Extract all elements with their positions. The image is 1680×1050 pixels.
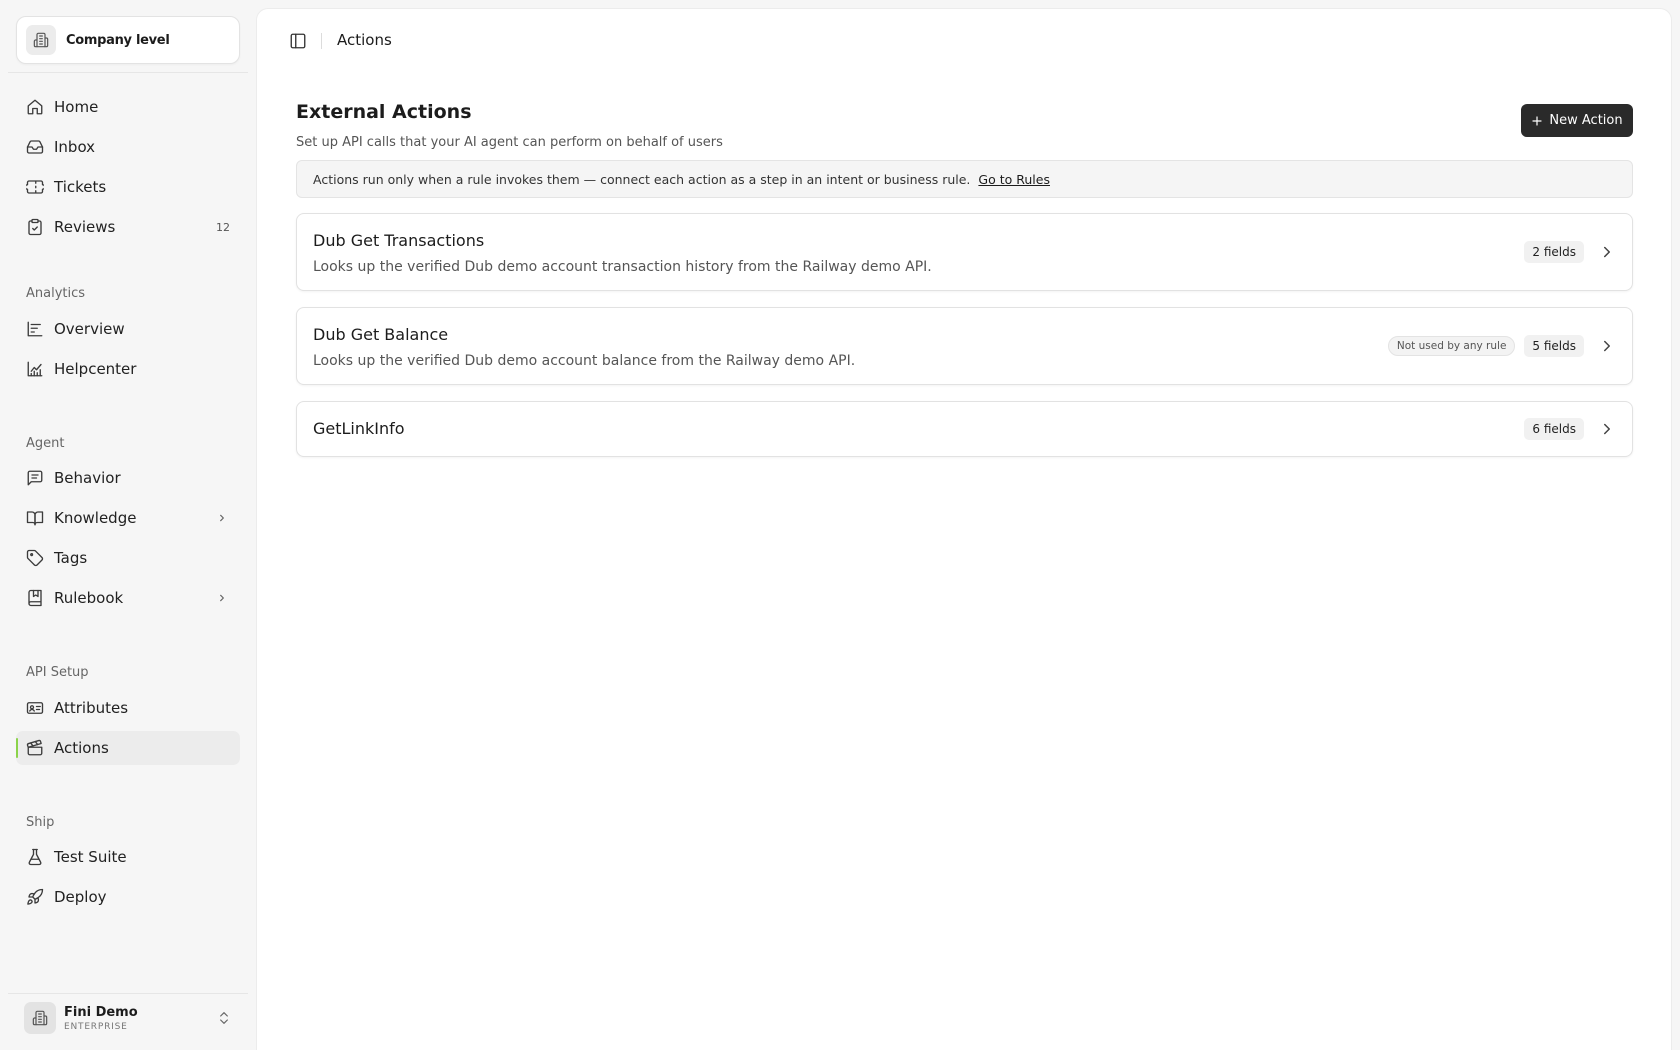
- company-level-label: Company level: [66, 32, 170, 48]
- sidebar-item-home[interactable]: Home: [16, 90, 240, 124]
- account-name: Fini Demo: [64, 1004, 138, 1020]
- sidebar-toggle-icon[interactable]: [289, 32, 307, 50]
- sidebar-divider: [8, 993, 248, 994]
- account-plan: ENTERPRISE: [64, 1021, 128, 1032]
- sidebar-item-knowledge[interactable]: Knowledge: [16, 501, 240, 535]
- sidebar-item-label: Rulebook: [54, 589, 124, 607]
- sidebar-item-label: Test Suite: [54, 848, 127, 866]
- sidebar: Company level Home Inbox Tickets Reviews…: [0, 0, 255, 1050]
- sidebar-item-label: Inbox: [54, 138, 96, 156]
- status-badge: Not used by any rule: [1387, 336, 1516, 356]
- sidebar-item-inbox[interactable]: Inbox: [16, 130, 240, 164]
- sidebar-item-label: Actions: [54, 739, 109, 757]
- action-name: Dub Get Balance: [313, 325, 449, 344]
- sidebar-item-rulebook[interactable]: Rulebook: [16, 581, 240, 615]
- sidebar-item-actions[interactable]: Actions: [16, 731, 240, 765]
- sidebar-item-deploy[interactable]: Deploy: [16, 880, 240, 914]
- section-label-analytics: Analytics: [26, 286, 86, 301]
- action-card-dub-get-balance[interactable]: Dub Get Balance Looks up the verified Du…: [296, 307, 1633, 385]
- home-icon: [26, 98, 44, 116]
- section-label-agent: Agent: [26, 436, 65, 451]
- sidebar-item-label: Overview: [54, 320, 125, 338]
- sidebar-item-label: Knowledge: [54, 509, 137, 527]
- sidebar-item-label: Deploy: [54, 888, 107, 906]
- action-description: Looks up the verified Dub demo account t…: [313, 259, 932, 275]
- sidebar-item-label: Reviews: [54, 218, 116, 236]
- action-name: GetLinkInfo: [313, 419, 405, 438]
- sidebar-item-reviews[interactable]: Reviews 12: [16, 210, 240, 244]
- sidebar-item-tags[interactable]: Tags: [16, 541, 240, 575]
- chevrons-up-down-icon: [216, 1010, 232, 1026]
- action-card-getlinkinfo[interactable]: GetLinkInfo 6 fields: [296, 401, 1633, 457]
- rules-notice: Actions run only when a rule invokes the…: [296, 160, 1633, 198]
- sidebar-item-label: Home: [54, 98, 99, 116]
- new-action-button[interactable]: New Action: [1521, 104, 1633, 137]
- chevron-right-icon[interactable]: [214, 590, 230, 606]
- section-label-ship: Ship: [26, 815, 55, 830]
- action-card-dub-get-transactions[interactable]: Dub Get Transactions Looks up the verifi…: [296, 213, 1633, 291]
- inbox-icon: [26, 138, 44, 156]
- flask-icon: [26, 848, 44, 866]
- sidebar-item-behavior[interactable]: Behavior: [16, 461, 240, 495]
- rocket-icon: [26, 888, 44, 906]
- fields-count-badge: 2 fields: [1524, 241, 1584, 263]
- notice-text: Actions run only when a rule invokes the…: [313, 171, 971, 187]
- fields-count-badge: 5 fields: [1524, 335, 1584, 357]
- action-meta: Not used by any rule 5 fields: [1387, 308, 1616, 384]
- chevron-right-icon: [1598, 243, 1616, 261]
- sidebar-item-label: Helpcenter: [54, 360, 137, 378]
- reviews-count-badge: 12: [216, 220, 230, 234]
- clipboard-check-icon: [26, 218, 44, 236]
- sidebar-item-label: Tickets: [54, 178, 107, 196]
- action-description: Looks up the verified Dub demo account b…: [313, 353, 856, 369]
- fields-count-badge: 6 fields: [1524, 418, 1584, 440]
- sidebar-divider: [8, 72, 248, 73]
- chevron-right-icon[interactable]: [214, 510, 230, 526]
- building-icon: [24, 1002, 56, 1034]
- bar-chart-icon: [26, 320, 44, 338]
- line-chart-icon: [26, 360, 44, 378]
- clapperboard-icon: [26, 739, 44, 757]
- sidebar-item-overview[interactable]: Overview: [16, 312, 240, 346]
- ticket-icon: [26, 178, 44, 196]
- company-level-switch[interactable]: Company level: [16, 16, 240, 64]
- sidebar-item-label: Behavior: [54, 469, 121, 487]
- breadcrumb: Actions: [337, 31, 392, 49]
- action-meta: 6 fields: [1524, 402, 1616, 456]
- book-open-icon: [26, 509, 44, 527]
- account-info: Fini Demo ENTERPRISE: [64, 1005, 138, 1032]
- id-card-icon: [26, 699, 44, 717]
- tag-icon: [26, 549, 44, 567]
- plus-icon: [1531, 115, 1543, 127]
- new-action-label: New Action: [1549, 113, 1623, 128]
- book-marked-icon: [26, 589, 44, 607]
- topbar-separator: [321, 33, 322, 49]
- section-label-api-setup: API Setup: [26, 665, 89, 680]
- building-icon: [26, 25, 56, 55]
- sidebar-item-label: Tags: [54, 549, 88, 567]
- chevron-right-icon: [1598, 337, 1616, 355]
- main-panel: Actions External Actions Set up API call…: [256, 8, 1672, 1050]
- action-meta: 2 fields: [1524, 214, 1616, 290]
- sidebar-item-tickets[interactable]: Tickets: [16, 170, 240, 204]
- page-title: External Actions: [296, 101, 472, 123]
- chevron-right-icon: [1598, 420, 1616, 438]
- sidebar-item-helpcenter[interactable]: Helpcenter: [16, 352, 240, 386]
- account-switcher[interactable]: Fini Demo ENTERPRISE: [24, 1002, 240, 1034]
- action-name: Dub Get Transactions: [313, 231, 485, 250]
- sidebar-item-label: Attributes: [54, 699, 129, 717]
- page-subtitle: Set up API calls that your AI agent can …: [296, 135, 723, 150]
- go-to-rules-link[interactable]: Go to Rules: [978, 172, 1050, 187]
- sidebar-item-attributes[interactable]: Attributes: [16, 691, 240, 725]
- topbar: Actions: [257, 9, 1671, 73]
- message-square-icon: [26, 469, 44, 487]
- sidebar-item-test-suite[interactable]: Test Suite: [16, 840, 240, 874]
